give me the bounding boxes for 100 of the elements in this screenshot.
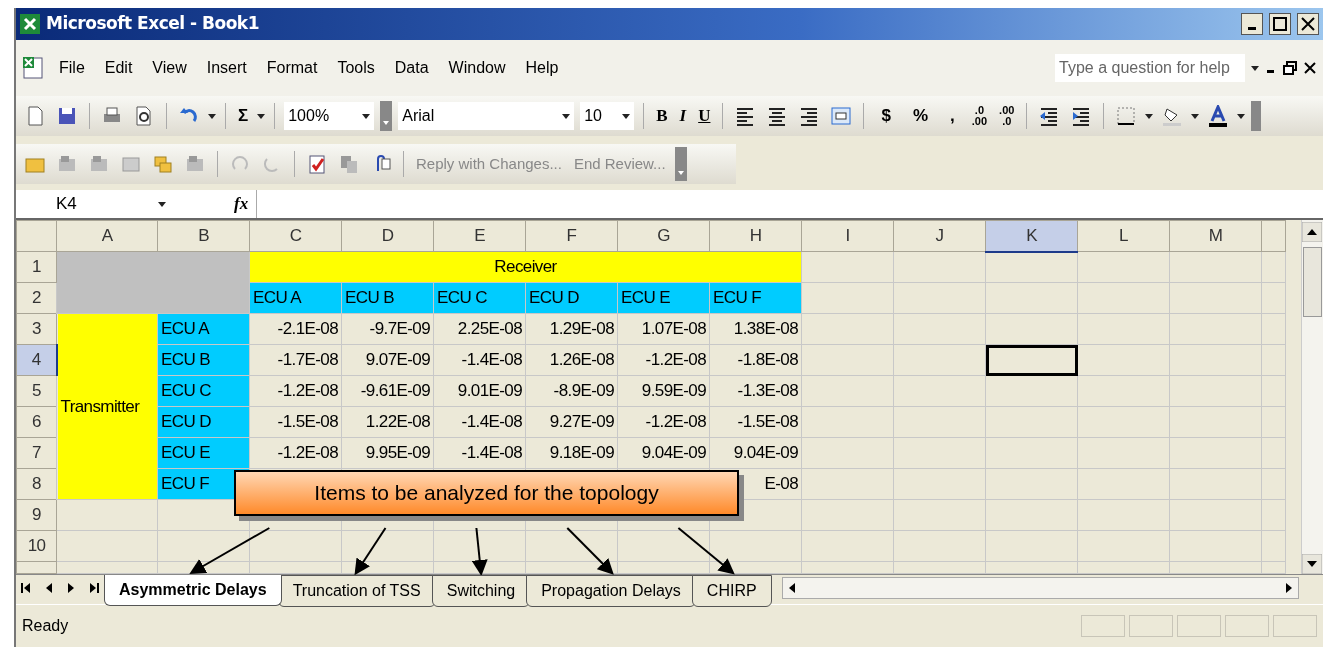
toolbar-options-icon[interactable] xyxy=(1251,101,1262,131)
caret-icon[interactable] xyxy=(1145,113,1154,119)
caret-icon[interactable] xyxy=(1251,65,1259,71)
sheet-tab[interactable]: Propagation Delays xyxy=(526,575,696,607)
toolbar-options-icon[interactable] xyxy=(380,101,393,131)
maximize-button[interactable] xyxy=(1269,13,1291,35)
borders-icon[interactable] xyxy=(1115,105,1138,127)
help-search-field[interactable]: Type a question for help xyxy=(1055,54,1245,82)
decrease-decimal-button[interactable]: .00 .0 xyxy=(996,105,1018,127)
horizontal-scrollbar[interactable] xyxy=(781,577,1299,599)
row-header[interactable]: 6 xyxy=(16,406,57,438)
row-header[interactable]: 7 xyxy=(16,437,57,469)
status-text: Ready xyxy=(22,616,69,636)
close-icon[interactable] xyxy=(1303,61,1317,75)
menu-item[interactable]: Edit xyxy=(97,54,140,82)
caret-icon[interactable] xyxy=(562,113,571,119)
menu-item[interactable]: View xyxy=(145,54,194,82)
table-cell: -1.2E-08 xyxy=(617,344,710,376)
save-icon[interactable] xyxy=(56,105,78,127)
table-cell: -1.7E-08 xyxy=(249,344,342,376)
sheet-tab[interactable]: CHIRP xyxy=(691,575,772,607)
pointer-arrow xyxy=(677,527,735,575)
table-cell: 9.07E-09 xyxy=(341,344,434,376)
column-header[interactable]: L xyxy=(1077,220,1170,252)
table-cell: -8.9E-09 xyxy=(525,375,618,407)
caret-icon[interactable] xyxy=(257,113,266,119)
status-panel xyxy=(1081,615,1125,637)
caret-icon[interactable] xyxy=(1191,113,1200,119)
table-cell: ECU D xyxy=(525,282,618,314)
italic-button[interactable]: I xyxy=(676,103,690,129)
row-header[interactable]: 4 xyxy=(16,344,57,376)
column-header[interactable]: A xyxy=(56,220,158,252)
name-box[interactable]: K4 xyxy=(16,191,166,217)
column-header[interactable]: B xyxy=(157,220,250,252)
table-cell: -1.5E-08 xyxy=(709,406,802,438)
close-icon xyxy=(1301,17,1315,31)
percent-button[interactable]: % xyxy=(904,103,937,129)
menu-item[interactable]: File xyxy=(52,54,92,82)
increase-decimal-button[interactable]: .0 .00 xyxy=(968,105,991,127)
row-header[interactable]: 9 xyxy=(16,499,57,531)
table-cell: 9.27E-09 xyxy=(525,406,618,438)
window-title: Microsoft Excel - Book1 xyxy=(46,12,259,36)
column-header[interactable]: F xyxy=(525,220,618,252)
scroll-thumb[interactable] xyxy=(1303,246,1322,317)
menu-item[interactable]: Format xyxy=(259,54,325,82)
column-header[interactable]: C xyxy=(249,220,342,252)
table-cell: -1.2E-08 xyxy=(249,437,342,469)
menu-item[interactable]: Help xyxy=(518,54,566,82)
vertical-scrollbar[interactable] xyxy=(1301,220,1323,574)
column-header[interactable]: H xyxy=(709,220,802,252)
checklist-icon[interactable] xyxy=(306,153,328,175)
column-header[interactable]: G xyxy=(617,220,710,252)
restore-icon[interactable] xyxy=(1283,61,1297,75)
scroll-up-icon[interactable] xyxy=(1302,222,1322,243)
table-cell: -1.2E-08 xyxy=(617,406,710,438)
row-header[interactable]: 3 xyxy=(16,313,57,345)
menu-item[interactable]: Data xyxy=(387,54,436,82)
bold-button[interactable]: B xyxy=(653,103,671,129)
fill-color-icon[interactable] xyxy=(1161,105,1184,127)
sum-button[interactable]: Σ xyxy=(235,103,252,129)
table-cell: 9.04E-09 xyxy=(617,437,710,469)
row-header[interactable]: 10 xyxy=(16,530,57,562)
row-header[interactable]: 1 xyxy=(16,251,57,283)
caret-icon[interactable] xyxy=(362,113,371,119)
column-header[interactable]: K xyxy=(985,220,1078,252)
table-cell: ECU B xyxy=(157,344,250,376)
caret-icon[interactable] xyxy=(208,113,216,119)
row-header[interactable]: 5 xyxy=(16,375,57,407)
table-cell: 2.25E-08 xyxy=(433,313,526,345)
column-header[interactable]: D xyxy=(341,220,434,252)
merge-center-icon[interactable] xyxy=(830,105,853,127)
scroll-down-icon[interactable] xyxy=(1302,554,1322,574)
row-header[interactable]: 8 xyxy=(16,468,57,500)
caret-icon[interactable] xyxy=(1237,113,1246,119)
currency-button[interactable]: $ xyxy=(873,103,899,129)
column-header[interactable]: E xyxy=(433,220,526,252)
table-cell: -1.3E-08 xyxy=(709,375,802,407)
minimize-button[interactable] xyxy=(1241,13,1263,35)
active-cell[interactable] xyxy=(985,344,1078,376)
underline-button[interactable]: U xyxy=(695,103,714,129)
table-cell: 1.22E-08 xyxy=(341,406,434,438)
row-header[interactable]: 2 xyxy=(16,282,57,314)
table-cell: -1.4E-08 xyxy=(433,406,526,438)
sheet-tab[interactable]: Asymmetric Delays xyxy=(104,575,282,606)
table-cell: -1.4E-08 xyxy=(433,437,526,469)
menu-item[interactable]: Tools xyxy=(330,54,382,82)
menu-item[interactable]: Insert xyxy=(199,54,254,82)
font-field[interactable]: Arial xyxy=(398,102,575,130)
comma-button[interactable]: , xyxy=(942,103,963,129)
font-color-icon[interactable] xyxy=(1207,105,1230,127)
menu-item[interactable]: Window xyxy=(441,54,513,82)
font-size-field[interactable]: 10 xyxy=(580,102,635,130)
caret-icon[interactable] xyxy=(622,113,631,119)
caret-icon[interactable] xyxy=(158,201,166,207)
toolbar-options-icon[interactable] xyxy=(674,147,687,181)
column-header[interactable]: J xyxy=(893,220,986,252)
column-header[interactable]: I xyxy=(801,220,894,252)
zoom-field[interactable]: 100% xyxy=(284,102,375,130)
column-header[interactable]: M xyxy=(1169,220,1262,252)
close-button[interactable] xyxy=(1297,13,1319,35)
